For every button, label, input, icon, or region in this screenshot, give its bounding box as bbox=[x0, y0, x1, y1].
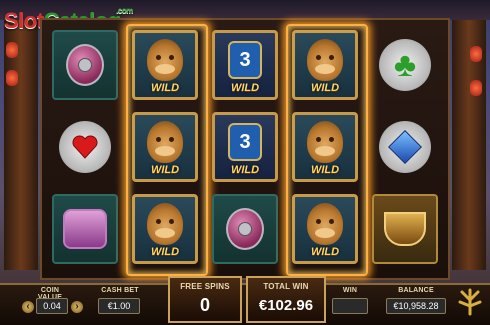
bowl-icon bbox=[384, 212, 426, 246]
club-symbol: ♣ bbox=[372, 30, 438, 100]
reel-cell bbox=[208, 190, 282, 268]
reel-cell bbox=[48, 190, 122, 268]
heart-symbol bbox=[52, 112, 118, 182]
coin-value-field: 0.04 bbox=[36, 298, 68, 314]
reel-cell bbox=[48, 108, 122, 186]
machine-icon bbox=[63, 209, 107, 249]
watermark-part1: Slot bbox=[4, 8, 44, 33]
reel-cell bbox=[48, 26, 122, 104]
lantern-icon bbox=[470, 80, 482, 96]
reel-cell: 3 WILD bbox=[208, 108, 282, 186]
multiplier-badge: 3 bbox=[228, 41, 262, 79]
free-spins-label: FREE SPINS bbox=[180, 282, 230, 291]
flame-frame bbox=[286, 24, 368, 276]
balance-label: BALANCE bbox=[398, 287, 434, 294]
watermark-suffix: .com bbox=[116, 6, 133, 15]
lantern-icon bbox=[470, 46, 482, 62]
win-label: WIN bbox=[342, 287, 358, 294]
free-spins-panel: FREE SPINS 0 bbox=[168, 276, 242, 323]
lantern-icon bbox=[6, 42, 18, 58]
balance-field: €10,958.28 bbox=[386, 298, 446, 314]
total-win-value: €102.96 bbox=[258, 297, 314, 314]
potion-symbol bbox=[212, 194, 278, 264]
diamond-symbol bbox=[372, 112, 438, 182]
yggdrasil-menu-icon[interactable] bbox=[456, 288, 484, 316]
potion-symbol bbox=[52, 30, 118, 100]
heart-icon bbox=[59, 121, 111, 173]
club-icon: ♣ bbox=[379, 39, 431, 91]
potion-icon bbox=[66, 44, 104, 86]
flame-frame bbox=[126, 24, 208, 276]
total-win-panel: TOTAL WIN €102.96 bbox=[246, 276, 326, 323]
coin-decrease-button[interactable]: ‹ bbox=[22, 301, 34, 313]
win-field bbox=[332, 298, 368, 314]
diamond-icon bbox=[379, 121, 431, 173]
golden-bowl-symbol bbox=[372, 194, 438, 264]
total-win-label: TOTAL WIN bbox=[263, 282, 309, 291]
potion-icon bbox=[226, 208, 264, 250]
lantern-icon bbox=[6, 70, 18, 86]
multiplier-badge: 3 bbox=[228, 123, 262, 161]
cash-bet-field: €1.00 bbox=[98, 298, 140, 314]
wild-label: WILD bbox=[230, 82, 260, 94]
coin-increase-button[interactable]: › bbox=[71, 301, 83, 313]
wild-3x: 3 WILD bbox=[212, 112, 278, 182]
wild-label: WILD bbox=[230, 164, 260, 176]
wild-3x: 3 WILD bbox=[212, 30, 278, 100]
reel-cell: ♣ bbox=[368, 26, 442, 104]
reel-cell bbox=[368, 108, 442, 186]
reel-grid: WILD WILD WILD 3 WILD 3 WILD WILD WILD W… bbox=[40, 18, 450, 280]
cash-bet-label: CASH BET bbox=[101, 287, 139, 294]
reel-cell: 3 WILD bbox=[208, 26, 282, 104]
genie-lamp-symbol bbox=[52, 194, 118, 264]
reel-cell bbox=[368, 190, 442, 268]
free-spins-value: 0 bbox=[199, 295, 210, 315]
